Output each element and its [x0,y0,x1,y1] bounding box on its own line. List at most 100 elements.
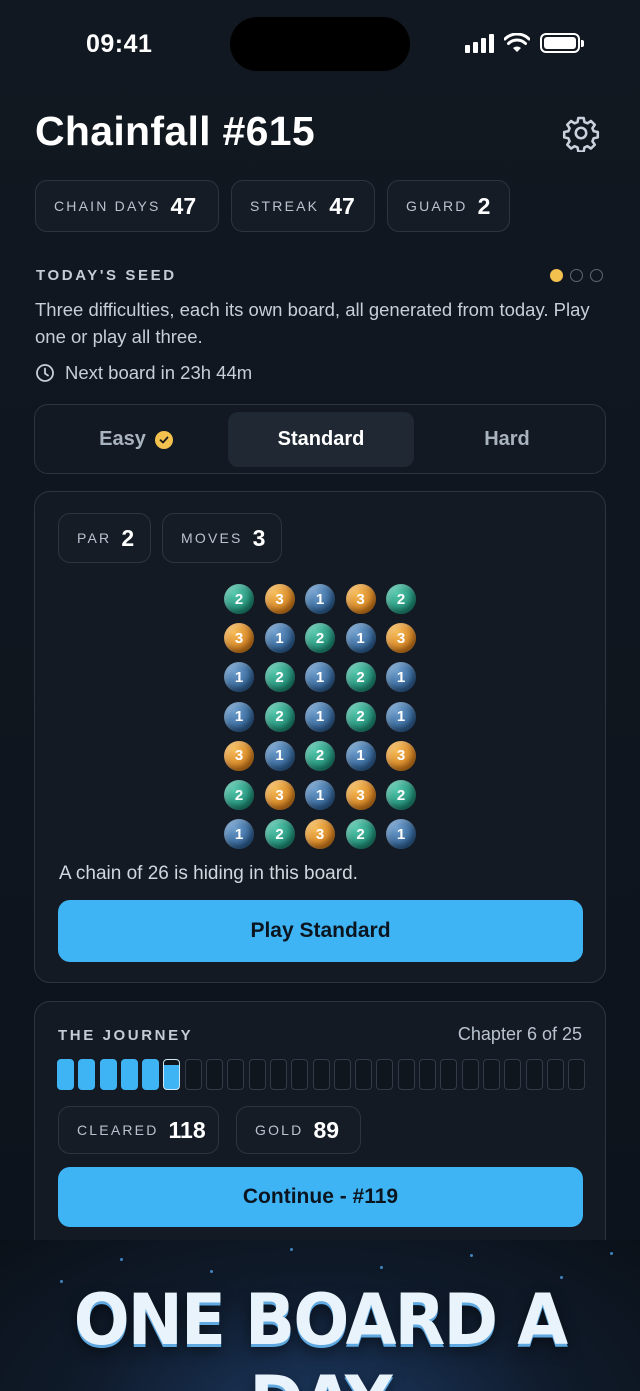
board-ball[interactable]: 2 [305,623,335,654]
page-dot-3[interactable] [590,269,603,282]
progress-segment [546,1059,564,1090]
progress-segment [291,1059,309,1090]
progress-segment [312,1059,330,1090]
board-hint: A chain of 26 is hiding in this board. [59,863,358,884]
board-ball[interactable]: 2 [224,780,254,810]
progress-segment [206,1059,224,1090]
board-ball[interactable]: 2 [345,662,376,693]
board-ball[interactable]: 1 [386,662,416,693]
board-ball[interactable]: 1 [305,780,335,810]
cleared-label: CLEARED [77,1122,159,1138]
progress-segment [184,1059,202,1090]
board-ball[interactable]: 3 [386,740,416,771]
board-ball[interactable]: 3 [264,584,295,614]
progress-segment [461,1059,479,1090]
progress-segment [269,1059,287,1090]
par-label: PAR [77,530,112,546]
moves-chip: MOVES 3 [162,513,282,563]
progress-segment [482,1059,500,1090]
cleared-value: 118 [168,1116,206,1143]
page-dot-2[interactable] [570,269,583,282]
settings-gear-icon[interactable] [562,114,600,152]
board-ball[interactable]: 1 [386,819,416,850]
board-ball[interactable]: 3 [305,819,335,850]
tab-standard-label: Standard [277,428,365,450]
board-ball[interactable]: 1 [264,740,295,771]
promo-headline: ONE BOARD A DAY [73,1279,568,1391]
status-time: 09:41 [86,30,153,58]
board-ball[interactable]: 2 [224,584,254,614]
board-ball[interactable]: 2 [386,584,416,614]
board-ball[interactable]: 3 [345,584,376,614]
board-ball[interactable]: 1 [345,740,376,771]
chain-days-label: CHAIN DAYS [54,198,161,214]
progress-segment [120,1059,138,1090]
board-ball[interactable]: 1 [305,701,335,732]
journey-label: THE JOURNEY [58,1027,194,1044]
continue-button[interactable]: Continue - #119 [58,1167,583,1227]
clock-icon [36,364,54,382]
progress-segment [78,1059,96,1090]
journey-progress-bar [57,1059,586,1090]
board-ball[interactable]: 2 [386,780,416,810]
board-ball[interactable]: 2 [264,662,295,693]
page-title: Chainfall #615 [35,108,315,154]
play-standard-button[interactable]: Play Standard [58,900,583,962]
progress-segment [248,1059,266,1090]
progress-segment [440,1059,458,1090]
progress-segment [504,1059,522,1090]
wifi-icon [504,33,530,52]
progress-segment [163,1059,181,1090]
board-ball[interactable]: 3 [264,780,295,810]
dynamic-island [230,17,410,71]
page-dot-1[interactable] [550,269,563,282]
tab-standard[interactable]: Standard [228,412,414,467]
guard-chip: GUARD 2 [387,180,510,232]
progress-segment [227,1059,245,1090]
board-ball[interactable]: 1 [386,701,416,732]
par-chip: PAR 2 [58,513,151,563]
progress-segment [397,1059,415,1090]
board-ball[interactable]: 2 [345,701,376,732]
page-indicator[interactable] [550,269,603,282]
board-ball[interactable]: 1 [224,819,254,850]
par-value: 2 [121,524,135,551]
board-ball[interactable]: 3 [386,623,416,654]
progress-segment [355,1059,373,1090]
board-ball[interactable]: 2 [264,701,295,732]
board-ball[interactable]: 3 [224,740,254,771]
board-ball[interactable]: 1 [224,662,254,693]
board-ball[interactable]: 3 [224,623,254,654]
tab-hard-label: Hard [484,428,530,450]
tab-easy[interactable]: Easy [43,412,229,467]
board-ball[interactable]: 1 [224,701,254,732]
board-ball[interactable]: 1 [305,662,335,693]
progress-segment [568,1059,586,1090]
streak-chip: STREAK 47 [231,180,375,232]
board-ball[interactable]: 2 [264,819,295,850]
tab-hard[interactable]: Hard [414,412,600,467]
progress-segment [57,1059,74,1090]
cleared-chip: CLEARED 118 [58,1106,219,1154]
completed-check-icon [154,430,173,449]
board-ball[interactable]: 2 [345,819,376,850]
progress-segment [376,1059,394,1090]
seed-description: Three difficulties, each its own board, … [35,299,590,347]
board-ball[interactable]: 1 [264,623,295,654]
moves-label: MOVES [181,530,243,546]
next-board-text: Next board in 23h 44m [65,362,253,383]
cellular-signal-icon [465,33,494,53]
board-ball[interactable]: 1 [345,623,376,654]
game-board[interactable]: 23132312131212112121312132313212321 [224,584,416,854]
guard-value: 2 [477,192,491,219]
todays-seed-label: TODAY'S SEED [36,267,177,284]
board-ball[interactable]: 1 [305,584,335,614]
streak-value: 47 [329,192,355,219]
difficulty-tabs: Easy Standard Hard [34,404,606,474]
progress-segment [142,1059,160,1090]
progress-segment [99,1059,117,1090]
board-ball[interactable]: 3 [345,780,376,810]
status-icons [465,33,584,53]
board-ball[interactable]: 2 [305,740,335,771]
progress-segment [333,1059,351,1090]
